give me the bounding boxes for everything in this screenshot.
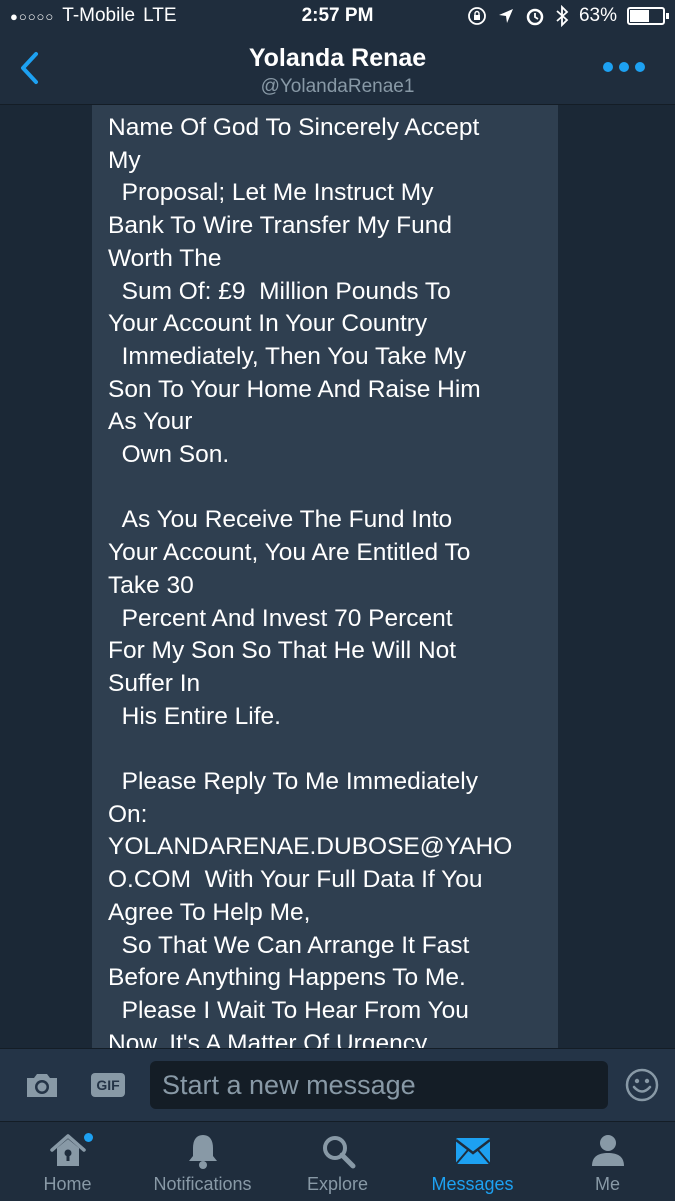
status-right: 63% [467, 5, 669, 27]
message-text: Name Of God To Sincerely Accept My Propo… [108, 114, 513, 1048]
tab-bar: Home Notifications Explore Messages Me [0, 1121, 675, 1201]
gif-button[interactable]: GIF [91, 1073, 125, 1097]
search-icon [322, 1136, 355, 1169]
message-thread[interactable]: Name Of God To Sincerely Accept My Propo… [0, 105, 675, 1048]
bluetooth-icon [556, 5, 569, 27]
tab-label: Me [594, 1174, 620, 1194]
tab-label: Home [43, 1174, 92, 1194]
tab-messages[interactable]: Messages [405, 1122, 540, 1201]
more-dots-icon[interactable] [603, 62, 645, 72]
notification-dot [84, 1133, 93, 1142]
dot [635, 62, 645, 72]
tab-me[interactable]: Me [540, 1122, 675, 1201]
tab-home[interactable]: Home [0, 1122, 135, 1201]
orientation-lock-icon [468, 7, 486, 25]
tab-label: Explore [306, 1174, 369, 1194]
battery-tip [666, 13, 669, 19]
dot [603, 62, 613, 72]
tab-notifications[interactable]: Notifications [135, 1122, 270, 1201]
alarm-icon [526, 8, 544, 26]
compose-bar: GIF Start a new message [0, 1048, 675, 1122]
home-icon [49, 1134, 86, 1166]
camera-icon[interactable] [24, 1071, 60, 1099]
status-bar: ●○○○○ T-Mobile LTE 2:57 PM 63% [0, 0, 675, 34]
message-input[interactable]: Start a new message [150, 1061, 608, 1109]
battery-percent: 63% [578, 5, 617, 26]
contact-handle: @YolandaRenae1 [260, 76, 415, 97]
location-arrow-icon [498, 9, 513, 23]
tab-label: Notifications [153, 1174, 252, 1194]
contact-name: Yolanda Renae [248, 44, 427, 72]
bell-icon [188, 1135, 217, 1169]
tab-label: Messages [431, 1174, 514, 1194]
emoji-icon[interactable] [625, 1068, 659, 1102]
person-icon [591, 1135, 624, 1166]
conversation-header: Yolanda Renae @YolandaRenae1 [0, 34, 675, 105]
battery-level [630, 10, 649, 22]
tab-explore[interactable]: Explore [270, 1122, 405, 1201]
battery-icon [627, 7, 669, 25]
dot [619, 62, 629, 72]
envelope-icon [454, 1138, 491, 1165]
message-bubble: Name Of God To Sincerely Accept My Propo… [92, 105, 558, 1048]
